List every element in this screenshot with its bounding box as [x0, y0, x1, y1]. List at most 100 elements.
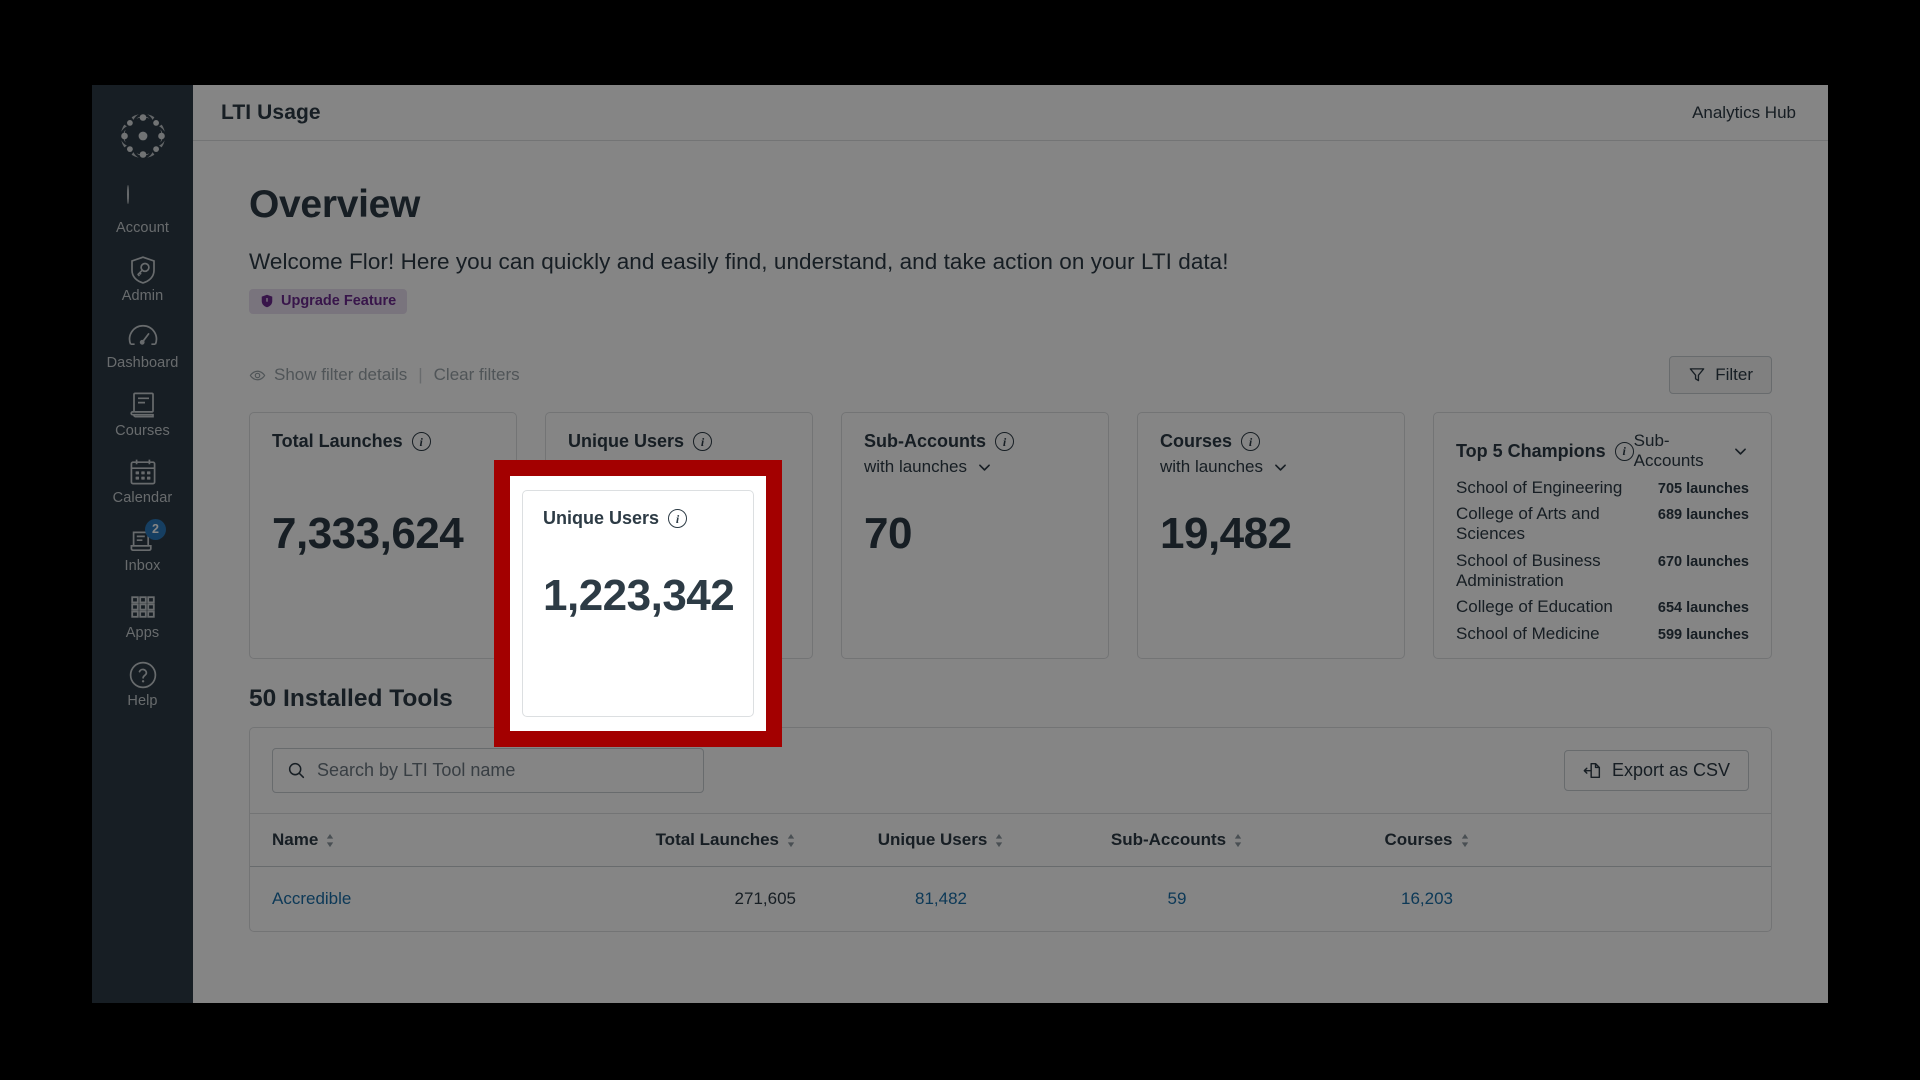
link-divider: | [418, 365, 423, 384]
info-icon[interactable]: i [1241, 432, 1261, 451]
card-value: 1,223,342 [568, 509, 760, 558]
column-header-label: Total Launches [655, 830, 779, 849]
show-filter-details-label: Show filter details [274, 365, 408, 384]
card-subtitle-row[interactable]: with launches [1160, 457, 1382, 477]
search-input[interactable]: Search by LTI Tool name [272, 748, 704, 793]
installed-tools-heading: 50 Installed Tools [249, 685, 453, 712]
table-body: Accredible 271,605 81,482 59 16,203 [250, 867, 1771, 932]
stat-cards-row: Total Launches i 7,333,624 Unique Users … [249, 412, 1772, 659]
champion-row: College of Education 654 launches [1456, 591, 1749, 618]
global-navigation-sidebar: Account Admin Dashboard Courses Calendar… [92, 85, 193, 1003]
nav-item-apps[interactable]: Apps [92, 582, 193, 650]
champion-name: College of Arts and Sciences [1456, 504, 1600, 543]
card-title: Total Launches [272, 431, 403, 451]
info-icon[interactable]: i [411, 432, 431, 451]
courses-link[interactable]: 16,203 [1401, 889, 1453, 908]
table-row: Accredible 271,605 81,482 59 16,203 [250, 867, 1771, 932]
card-value: 70 [864, 509, 912, 558]
info-icon[interactable]: i [1614, 441, 1634, 461]
champions-header: Top 5 Champions i Sub-Accounts [1456, 431, 1749, 471]
nav-item-label: Account [115, 220, 170, 236]
avatar-icon [126, 185, 159, 218]
champion-row: College of Arts and Sciences 689 launche… [1456, 498, 1749, 545]
nav-item-label: Calendar [112, 490, 173, 506]
chevron-down-icon[interactable] [1272, 459, 1289, 476]
champion-row: School of Engineering 705 launches [1456, 471, 1749, 498]
filter-button-label: Filter [1715, 365, 1753, 384]
column-header-total-launches[interactable]: Total Launches [580, 813, 830, 867]
nav-item-label: Courses [115, 422, 170, 439]
cell-tool-name: Accredible [250, 867, 580, 932]
column-header-unique-users[interactable]: Unique Users [830, 813, 1052, 867]
card-title: Sub-Accounts [864, 431, 987, 451]
export-as-csv-button[interactable]: Export as CSV [1563, 750, 1749, 791]
stat-card-total-launches[interactable]: Total Launches i 7,333,624 [249, 412, 517, 659]
info-icon[interactable]: i [693, 432, 713, 451]
nav-item-admin[interactable]: Admin [92, 245, 193, 313]
column-header-courses[interactable]: Courses [1302, 813, 1552, 867]
nav-item-label: Help [127, 692, 158, 709]
card-title: Unique Users [568, 431, 685, 451]
column-header-label: Sub-Accounts [1110, 830, 1227, 849]
column-header-spacer [1552, 813, 1771, 867]
card-title: Courses [1160, 431, 1233, 451]
nav-item-dashboard[interactable]: Dashboard [92, 312, 193, 380]
app-window: Account Admin Dashboard Courses Calendar… [92, 85, 1828, 1003]
shield-badge-icon [260, 294, 274, 308]
chevron-down-icon[interactable] [976, 459, 993, 476]
champion-count: 670 launches [1657, 553, 1749, 570]
stat-card-sub-accounts[interactable]: Sub-Accounts i with launches 70 [841, 412, 1109, 659]
search-icon [287, 761, 306, 780]
card-value: 19,482 [1160, 509, 1292, 558]
champion-count: 705 launches [1657, 480, 1749, 497]
nav-item-account[interactable]: Account [92, 177, 193, 245]
champion-count: 599 launches [1657, 626, 1749, 643]
shield-key-icon [127, 254, 159, 286]
column-header-label: Courses [1384, 830, 1453, 849]
champion-name: School of Medicine [1456, 623, 1600, 643]
search-input-placeholder: Search by LTI Tool name [317, 760, 516, 780]
stat-card-unique-users[interactable]: Unique Users i 1,223,342 [545, 412, 813, 659]
card-title-row: Top 5 Champions i [1456, 441, 1634, 462]
stat-card-courses[interactable]: Courses i with launches 19,482 [1137, 412, 1405, 659]
sort-arrows-icon [786, 833, 796, 848]
filter-links: Show filter details | Clear filters [249, 365, 520, 385]
filter-row: Show filter details | Clear filters Filt… [249, 352, 1772, 398]
card-subtitle-row[interactable]: with launches [864, 457, 1086, 477]
table-header-row: Name Total Launches Unique Users Sub-Acc… [250, 813, 1771, 867]
tools-toolbar: Search by LTI Tool name Export as CSV [250, 728, 1771, 813]
column-header-label: Name [272, 830, 319, 849]
nav-item-label: Dashboard [106, 355, 179, 371]
clear-filters-link[interactable]: Clear filters [434, 365, 520, 385]
column-header-sub-accounts[interactable]: Sub-Accounts [1052, 813, 1302, 867]
nav-item-inbox[interactable]: 2 Inbox [92, 515, 193, 583]
card-subtitle: with launches [1160, 457, 1264, 476]
clear-filters-label: Clear filters [433, 365, 520, 384]
show-filter-details-link[interactable]: Show filter details [249, 365, 407, 385]
tool-name-link[interactable]: Accredible [272, 889, 351, 908]
stat-card-top-5-champions: Top 5 Champions i Sub-Accounts School of… [1433, 412, 1772, 659]
upgrade-feature-badge[interactable]: Upgrade Feature [249, 289, 408, 314]
info-icon[interactable]: i [995, 432, 1015, 451]
installed-tools-table: Name Total Launches Unique Users Sub-Acc… [250, 813, 1771, 931]
nav-item-calendar[interactable]: Calendar 2 [92, 447, 193, 515]
champion-name: College of Education [1456, 597, 1613, 616]
champions-scope-select[interactable]: Sub-Accounts [1634, 431, 1749, 471]
card-title-row: Courses i [1160, 431, 1382, 452]
card-title: Top 5 Champions [1456, 440, 1606, 461]
sort-arrows-icon [1233, 833, 1243, 848]
sub-accounts-link[interactable]: 59 [1168, 889, 1187, 908]
nav-item-courses[interactable]: Courses [92, 380, 193, 448]
canvas-logo-icon[interactable] [116, 109, 170, 163]
unique-users-link[interactable]: 81,482 [915, 889, 967, 908]
sort-arrows-icon [325, 833, 335, 848]
overview-heading: Overview [249, 183, 421, 226]
champion-row: School of Medicine 599 launches [1456, 617, 1749, 644]
column-header-name[interactable]: Name [250, 813, 580, 867]
content-pane: LTI Usage Analytics Hub Overview Welcome… [193, 85, 1828, 1003]
chevron-down-icon [1732, 443, 1749, 460]
nav-item-help[interactable]: Help [92, 650, 193, 718]
book-icon [127, 389, 159, 421]
card-title-row: Unique Users i [568, 431, 790, 452]
filter-button[interactable]: Filter [1669, 356, 1772, 394]
